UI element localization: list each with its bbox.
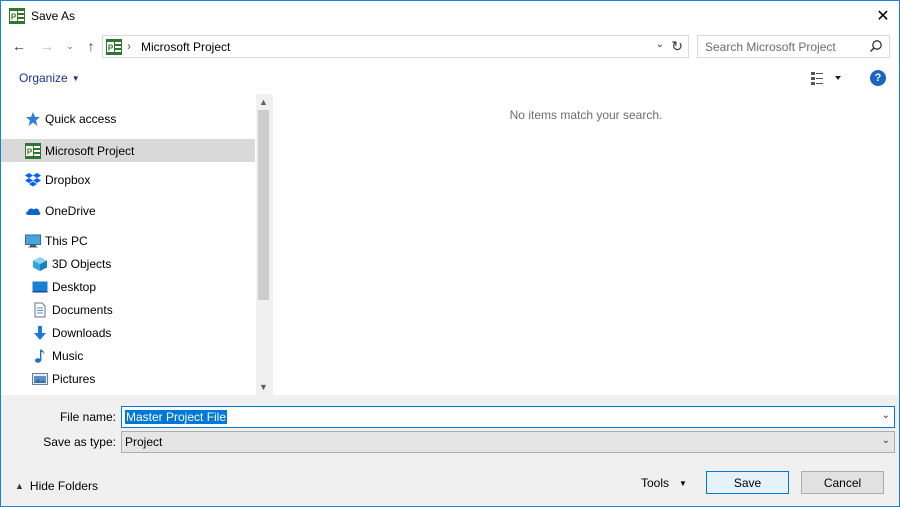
title-bar: P Save As ✕ [1,1,899,31]
file-name-value[interactable]: Master Project File [125,410,228,424]
svg-text:P: P [11,13,17,22]
sidebar-item-label: OneDrive [45,204,96,218]
help-icon: ? [874,72,882,84]
sidebar-item-this-pc[interactable]: This PC [1,230,255,252]
computer-icon [25,234,41,248]
empty-message: No items match your search. [509,108,663,122]
address-bar[interactable]: P › Microsoft Project ⌄ ↻ [102,35,689,58]
star-icon [26,112,40,126]
sidebar-item-downloads[interactable]: Downloads [1,322,255,344]
scroll-down-icon: ▼ [259,382,268,392]
hide-folders-button[interactable]: ▲ Hide Folders [15,479,98,493]
navigation-bar: ← → ⌄ ↑ P › Microsoft Project ⌄ ↻ [1,33,899,61]
sidebar-item-label: Music [52,349,84,363]
document-icon [34,302,46,318]
file-name-field[interactable]: Master Project File ⌄ [121,406,895,428]
view-dropdown-icon [835,76,841,80]
save-as-type-select[interactable]: Project ⌄ [121,431,895,453]
scroll-down-button[interactable]: ▼ [256,379,271,395]
close-button[interactable]: ✕ [867,1,899,31]
save-as-type-value: Project [125,435,163,449]
sidebar-item-label: Desktop [52,280,97,294]
sidebar-item-microsoft-project[interactable]: P Microsoft Project [1,139,255,162]
sidebar-item-label: Microsoft Project [45,143,135,158]
music-note-icon [35,349,45,363]
picture-icon [32,373,48,385]
search-icon[interactable] [869,39,883,53]
sidebar-item-documents[interactable]: Documents [1,299,255,321]
forward-button[interactable]: → [37,35,57,57]
organize-label: Organize [19,71,68,85]
help-button[interactable]: ? [870,70,886,86]
organize-menu-button[interactable]: Organize ▼ [19,71,80,85]
sidebar-item-dropbox[interactable]: Dropbox [1,169,255,191]
tools-label: Tools [641,476,670,490]
file-list-area[interactable]: No items match your search. [273,94,899,395]
window-title: Save As [31,9,76,23]
back-arrow-icon: ← [12,38,26,54]
file-name-label: File name: [59,410,116,424]
navigation-pane: Quick access P Microsoft Project Dropbox [1,94,256,395]
svg-text:P: P [108,44,114,53]
scroll-thumb[interactable] [258,110,269,300]
caret-down-icon: ▼ [71,74,80,83]
svg-text:P: P [27,147,33,156]
save-as-type-label: Save as type: [43,435,116,449]
up-button[interactable]: ↑ [81,35,101,57]
file-name-dropdown-icon[interactable]: ⌄ [882,410,890,421]
forward-arrow-icon: → [40,38,54,54]
sidebar-item-label: Quick access [45,112,117,126]
refresh-icon[interactable]: ↻ [671,38,683,55]
sidebar-item-3d-objects[interactable]: 3D Objects [1,253,255,275]
sidebar-item-pictures[interactable]: Pictures [1,368,255,390]
save-button[interactable]: Save [706,471,789,494]
command-bar: Organize ▼ ? [1,63,899,93]
microsoft-project-icon: P [106,39,122,55]
microsoft-project-icon: P [9,8,25,24]
sidebar-item-label: Dropbox [45,173,91,187]
recent-locations-button[interactable]: ⌄ [63,35,77,57]
tools-menu-button[interactable]: Tools ▼ [641,476,687,490]
sidebar-item-label: 3D Objects [52,257,112,271]
breadcrumb-separator-icon[interactable]: › [127,39,131,53]
up-arrow-icon: ↑ [87,38,95,54]
sidebar-item-label: Pictures [52,372,96,386]
close-icon: ✕ [876,8,890,25]
chevron-up-icon: ▲ [15,481,24,491]
cube-icon [33,257,47,271]
sidebar-item-label: Documents [52,303,113,317]
cloud-icon [26,208,41,215]
dropbox-icon [25,173,41,187]
scroll-up-icon: ▲ [259,97,268,107]
microsoft-project-icon: P [25,142,41,159]
save-as-dialog: P Save As ✕ ← → ⌄ ↑ P › Microsoft Projec… [0,0,900,507]
cancel-button[interactable]: Cancel [801,471,884,494]
desktop-icon [32,281,48,293]
caret-down-icon: ▼ [679,479,687,488]
sidebar-item-quick-access[interactable]: Quick access [1,108,255,130]
save-as-type-dropdown-icon: ⌄ [881,435,890,446]
search-box[interactable] [697,35,890,58]
download-arrow-icon [34,326,46,340]
save-options-panel: File name: Master Project File ⌄ Save as… [1,395,899,506]
address-dropdown-icon[interactable]: ⌄ [656,39,664,50]
navigation-pane-scrollbar[interactable]: ▲ ▼ [256,94,271,395]
back-button[interactable]: ← [9,35,29,57]
chevron-down-icon: ⌄ [66,40,74,51]
change-view-button[interactable] [811,70,843,86]
sidebar-item-music[interactable]: Music [1,345,255,367]
scroll-up-button[interactable]: ▲ [256,94,271,110]
search-input[interactable] [698,36,863,57]
sidebar-item-desktop[interactable]: Desktop [1,276,255,298]
breadcrumb-microsoft-project[interactable]: Microsoft Project [141,40,230,54]
details-view-icon [811,72,823,85]
hide-folders-label: Hide Folders [29,479,98,493]
sidebar-item-label: Downloads [52,326,112,340]
sidebar-item-label: This PC [45,234,88,248]
sidebar-item-onedrive[interactable]: OneDrive [1,200,255,222]
